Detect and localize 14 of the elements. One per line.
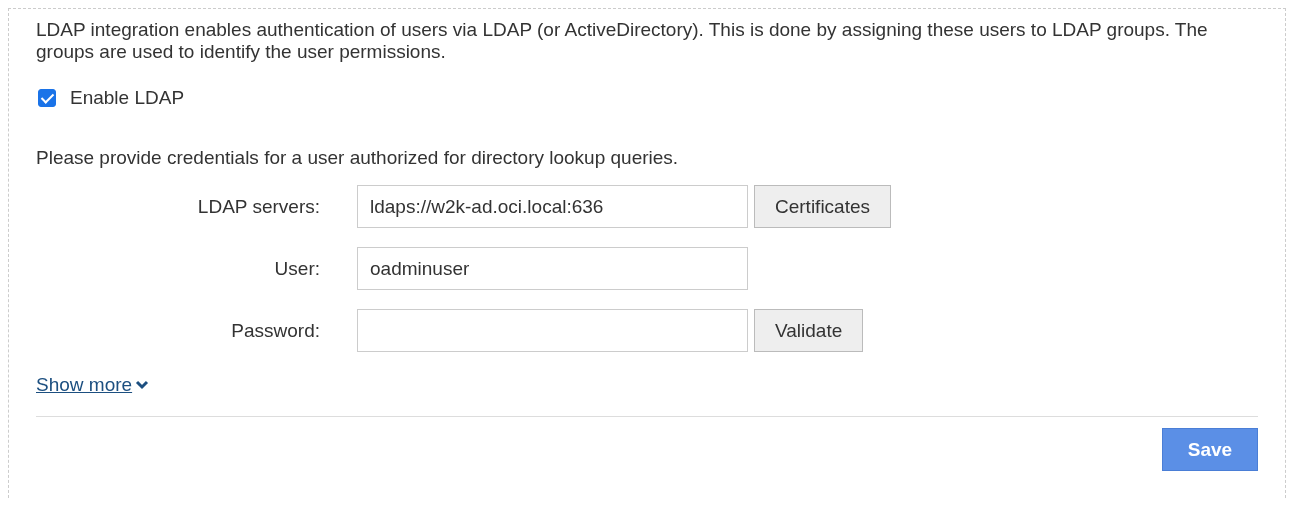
input-field[interactable]: oadminuser [357, 247, 748, 290]
enable-label: Enable LDAP [70, 87, 185, 109]
input-field[interactable] [357, 309, 748, 352]
show-more-link[interactable]: Show more [36, 374, 150, 396]
enable-checkbox[interactable] [38, 89, 56, 107]
field-label: Password: [230, 319, 321, 342]
input-field[interactable]: ldaps://w2k-ad.oci.local:636 [357, 185, 748, 228]
field-label: User: [273, 257, 321, 280]
action-button[interactable]: Certificates [754, 185, 892, 228]
action-button[interactable]: Validate [754, 309, 864, 352]
field-label: LDAP servers: [196, 195, 321, 218]
chevron-down-icon [135, 380, 150, 390]
prompt-text: Please provide credentials for a user authorized for directory lookup queries. [36, 147, 680, 169]
intro-text: LDAP integration enables authentication of users via LDAP (or ActiveDirectory). This is done by assigning these users to LDAP groups. The groups are used to identify the user permissions. [36, 19, 1209, 63]
